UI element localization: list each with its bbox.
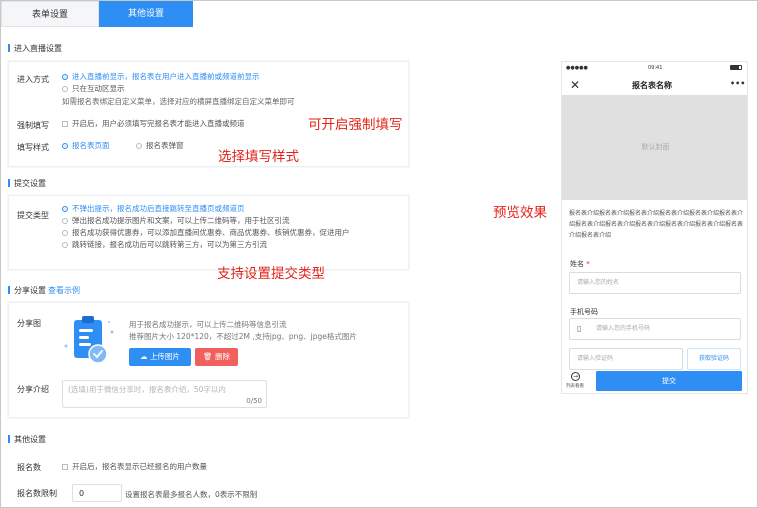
signup-count-label: 报名数 [17,463,41,472]
battery-icon [730,65,742,70]
signup-limit-input[interactable]: 0 [72,484,122,502]
signal-indicator: ●●●●● [566,65,588,71]
radio-icon [62,86,68,92]
annotation-force-fill: 可开启强制填写 [308,117,403,133]
tab-other-settings[interactable]: 其他设置 [99,1,193,27]
preview-name-input[interactable]: 请输入您的姓名 [569,272,741,294]
preview-cover-image: 默认封面 [562,95,747,200]
section-title-other: 其他设置 [8,434,46,445]
section-title-submit: 提交设置 [8,178,46,189]
preview-phone-input[interactable]: ▯ 请输入您的手机号码 [569,318,741,340]
share-intro-textarea[interactable]: (选填)用于微信分享时，报名表介绍，50字以内 0/50 [62,380,267,408]
cloud-upload-icon: ☁ [140,352,150,361]
entry-method-label: 进入方式 [17,75,49,84]
checkbox-icon [62,464,68,470]
share-intro-count: 0/50 [246,397,262,405]
status-time: 09:41 [648,65,663,71]
preview-name-label: 姓名 * [570,260,590,268]
annotation-submit-type: 支持设置提交类型 [217,266,325,282]
clipboard-check-icon [60,312,118,370]
section-title-live: 进入直播设置 [8,43,62,54]
signup-limit-label: 报名数限制 [17,489,57,498]
entry-option-before-live[interactable]: 进入直播前显示，报名表在用户进入直播前或频道前显示 [62,71,260,82]
phone-preview: ●●●●● 09:41 ✕ 报名表名称 ••• 默认封面 报名表介绍报名表介绍报… [561,61,748,394]
share-image-hint-1: 用于报名成功提示，可以上传二维码等信息引流 [129,320,287,329]
preview-description: 报名表介绍报名表介绍报名表介绍报名表介绍报名表介绍报名表介绍报名表介绍报名表介绍… [569,210,744,239]
submit-option-popup-image[interactable]: 弹出报名成功提示图片和文案，可以上传二维码等，用于社区引流 [62,215,290,226]
radio-icon [136,143,142,149]
arrow-circle-icon[interactable]: → [571,372,580,381]
get-code-button[interactable]: 获取验证码 [687,348,741,370]
entry-option-interaction[interactable]: 只在互动区显示 [62,83,125,94]
preview-side-label: 列表看看 [566,384,584,389]
fill-style-label: 填写样式 [17,143,49,152]
close-icon[interactable]: ✕ [570,78,580,92]
radio-icon [62,242,68,248]
radio-icon [62,143,68,149]
share-image-label: 分享图 [17,319,41,328]
checkbox-icon [62,121,68,127]
preview-phone-label: 手机号码 [570,308,598,316]
share-image-hint-2: 推荐图片大小 120*120，不超过2M ,支持jpg、png、jpge格式图片 [129,332,357,341]
annotation-fill-style: 选择填写样式 [218,149,299,165]
trash-icon: 🗑 [203,352,215,361]
submit-option-link[interactable]: 跳转链接，报名成功后可以跳转第三方，可以为第三方引流 [62,239,267,250]
upload-image-button[interactable]: ☁ 上传图片 [129,348,191,366]
radio-icon [62,218,68,224]
preview-submit-button[interactable]: 提交 [596,371,742,391]
signup-limit-hint: 设置报名表最多报名人数，0表示不限制 [125,490,258,499]
preview-code-input[interactable]: 请输入验证码 [569,348,683,370]
preview-form-title: 报名表名称 [632,81,672,90]
force-fill-checkbox[interactable]: 开启后，用户必须填写完报名表才能进入直播或频道 [62,118,245,129]
entry-note: 如需报名表绑定自定义菜单，选择对应的横屏直播绑定自定义菜单即可 [62,97,295,106]
submit-type-label: 提交类型 [17,211,49,220]
view-example-link[interactable]: 查看示例 [48,286,80,295]
style-option-page[interactable]: 报名表页面 [62,140,110,151]
submit-option-no-popup[interactable]: 不弹出提示，报名成功后直接跳转至直播页或频道页 [62,203,245,214]
style-option-popup[interactable]: 报名表弹窗 [136,140,184,151]
delete-image-button[interactable]: 🗑 删除 [195,348,238,366]
submit-option-coupon[interactable]: 报名成功获得优惠券，可以添加直播间优惠券、商品优惠券、核销优惠券，促进用户 [62,227,350,238]
tab-form-settings[interactable]: 表单设置 [1,1,99,27]
radio-icon [62,74,68,80]
section-title-share: 分享设置 查看示例 [8,285,80,296]
phone-icon: ▯ [577,324,582,333]
force-fill-label: 强制填写 [17,121,49,130]
radio-icon [62,206,68,212]
annotation-preview: 预览效果 [493,205,547,221]
more-icon[interactable]: ••• [730,79,745,88]
signup-count-checkbox[interactable]: 开启后，报名表显示已经报名的用户数量 [62,461,207,472]
radio-icon [62,230,68,236]
share-intro-label: 分享介绍 [17,385,49,394]
